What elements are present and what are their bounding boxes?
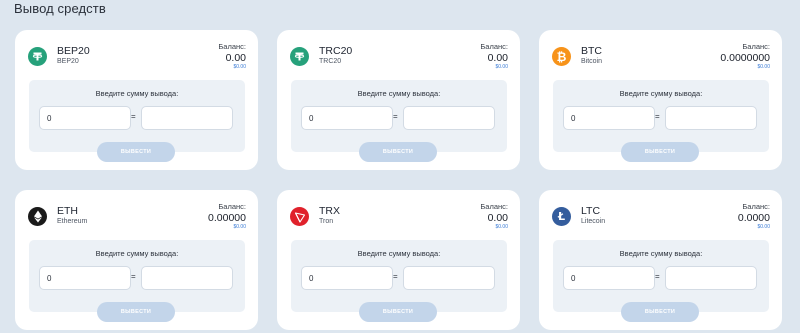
- withdraw-button[interactable]: ВЫВЕСТИ: [97, 302, 175, 322]
- converted-amount-input[interactable]: [403, 106, 495, 130]
- coin-ticker: TRC20: [319, 45, 353, 57]
- balance-label: Баланс:: [218, 42, 246, 51]
- converted-amount-input[interactable]: [665, 266, 757, 290]
- balance-usd: $0.00: [233, 64, 246, 70]
- converted-amount-input[interactable]: [141, 266, 233, 290]
- coin-name: BEP20: [57, 58, 79, 65]
- equals-sign: =: [131, 272, 136, 281]
- amount-label: Введите сумму вывода:: [619, 89, 703, 98]
- equals-sign: =: [655, 272, 660, 281]
- balance-label: Баланс:: [742, 42, 770, 51]
- amount-label: Введите сумму вывода:: [619, 249, 703, 258]
- coin-ticker: BEP20: [57, 45, 90, 57]
- amount-input[interactable]: [39, 266, 131, 290]
- amount-label: Введите сумму вывода:: [357, 89, 441, 98]
- amount-label: Введите сумму вывода:: [357, 249, 441, 258]
- amount-input[interactable]: [563, 266, 655, 290]
- coin-name: Ethereum: [57, 218, 88, 225]
- withdraw-card-trc20: TRC20 TRC20 Баланс: 0.00 $0.00 Введите с…: [277, 30, 520, 170]
- coin-name: Litecoin: [581, 218, 606, 225]
- balance-usd: $0.00: [757, 64, 770, 70]
- coin-ticker: ETH: [57, 205, 78, 217]
- balance-label: Баланс:: [480, 42, 508, 51]
- coin-name: TRC20: [319, 58, 342, 65]
- balance-value: 0.00: [225, 52, 246, 64]
- balance-value: 0.00: [487, 212, 508, 224]
- amount-input[interactable]: [563, 106, 655, 130]
- converted-amount-input[interactable]: [403, 266, 495, 290]
- equals-sign: =: [393, 272, 398, 281]
- tron-icon: [290, 207, 309, 226]
- converted-amount-input[interactable]: [665, 106, 757, 130]
- coin-ticker: TRX: [319, 205, 340, 217]
- tether-icon: [290, 47, 309, 66]
- coin-ticker: LTC: [581, 205, 601, 217]
- coin-name: Tron: [319, 218, 334, 225]
- withdraw-button[interactable]: ВЫВЕСТИ: [621, 142, 699, 162]
- bitcoin-icon: ₿: [552, 47, 571, 66]
- amount-input[interactable]: [301, 266, 393, 290]
- balance-usd: $0.00: [757, 224, 770, 230]
- coin-ticker: BTC: [581, 45, 602, 57]
- balance-usd: $0.00: [495, 64, 508, 70]
- balance-usd: $0.00: [233, 224, 246, 230]
- withdraw-card-ltc: Ł LTC Litecoin Баланс: 0.0000 $0.00 Введ…: [539, 190, 782, 330]
- withdraw-card-btc: ₿ BTC Bitcoin Баланс: 0.0000000 $0.00 Вв…: [539, 30, 782, 170]
- amount-input[interactable]: [39, 106, 131, 130]
- balance-label: Баланс:: [218, 202, 246, 211]
- withdraw-card-trx: TRX Tron Баланс: 0.00 $0.00 Введите сумм…: [277, 190, 520, 330]
- litecoin-icon: Ł: [552, 207, 571, 226]
- coin-name: Bitcoin: [581, 58, 603, 65]
- balance-value: 0.00: [487, 52, 508, 64]
- balance-value: 0.0000000: [720, 52, 770, 64]
- withdraw-grid: BEP20 BEP20 Баланс: 0.00 $0.00 Введите с…: [15, 30, 782, 330]
- balance-value: 0.00000: [208, 212, 246, 224]
- converted-amount-input[interactable]: [141, 106, 233, 130]
- withdraw-button[interactable]: ВЫВЕСТИ: [621, 302, 699, 322]
- ethereum-icon: [28, 207, 47, 226]
- equals-sign: =: [655, 112, 660, 121]
- withdraw-card-bep20: BEP20 BEP20 Баланс: 0.00 $0.00 Введите с…: [15, 30, 258, 170]
- balance-value: 0.0000: [737, 212, 770, 224]
- tether-icon: [28, 47, 47, 66]
- withdraw-button[interactable]: ВЫВЕСТИ: [359, 142, 437, 162]
- balance-label: Баланс:: [742, 202, 770, 211]
- withdraw-button[interactable]: ВЫВЕСТИ: [97, 142, 175, 162]
- withdraw-button[interactable]: ВЫВЕСТИ: [359, 302, 437, 322]
- page-title: Вывод средств: [14, 1, 106, 16]
- balance-usd: $0.00: [495, 224, 508, 230]
- amount-input[interactable]: [301, 106, 393, 130]
- amount-label: Введите сумму вывода:: [95, 89, 179, 98]
- amount-label: Введите сумму вывода:: [95, 249, 179, 258]
- withdraw-card-eth: ETH Ethereum Баланс: 0.00000 $0.00 Введи…: [15, 190, 258, 330]
- equals-sign: =: [393, 112, 398, 121]
- equals-sign: =: [131, 112, 136, 121]
- balance-label: Баланс:: [480, 202, 508, 211]
